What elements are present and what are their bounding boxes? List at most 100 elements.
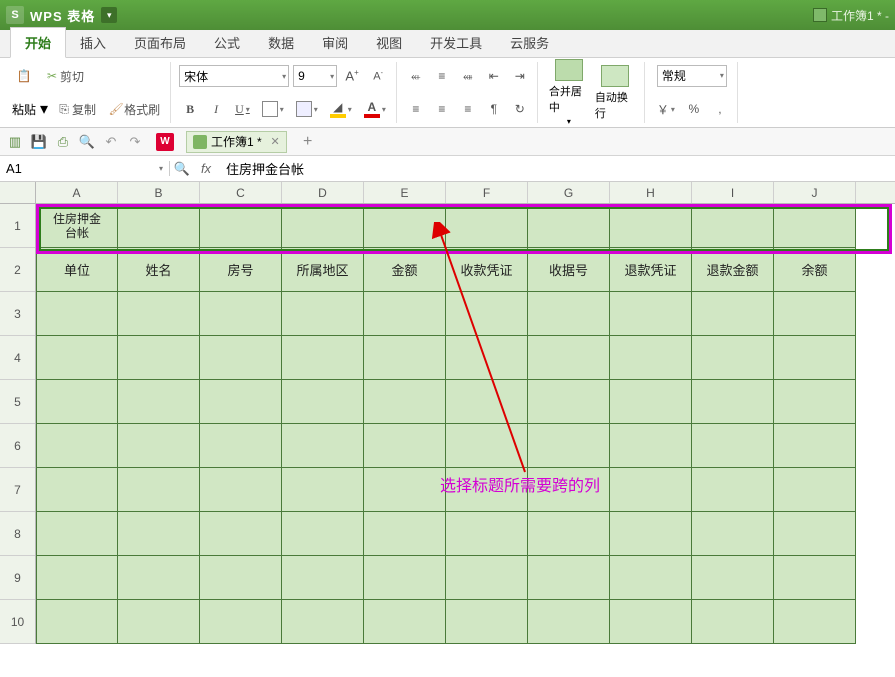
cell[interactable]: 金额 (364, 248, 446, 292)
comma-button[interactable]: , (709, 98, 731, 120)
tab-data[interactable]: 数据 (254, 28, 308, 57)
italic-button[interactable]: I (205, 98, 227, 120)
row-header[interactable]: 5 (0, 380, 35, 424)
cell[interactable] (692, 204, 774, 248)
col-header[interactable]: J (774, 182, 856, 203)
cell[interactable] (446, 380, 528, 424)
new-tab-button[interactable]: + (299, 133, 317, 151)
align-top-button[interactable]: ⬴ (405, 65, 427, 87)
orientation-button[interactable]: ↻ (509, 98, 531, 120)
cell[interactable] (446, 336, 528, 380)
cell[interactable]: 姓名 (118, 248, 200, 292)
increase-font-button[interactable]: A+ (341, 65, 363, 87)
col-header[interactable]: D (282, 182, 364, 203)
tab-dev-tools[interactable]: 开发工具 (416, 28, 496, 57)
cell[interactable] (200, 556, 282, 600)
cell[interactable]: 单位 (36, 248, 118, 292)
save-button[interactable]: 💾 (30, 133, 48, 151)
fill-color-button[interactable]: ◢▾ (326, 98, 356, 120)
wrap-text-button[interactable]: 自动换行 (592, 60, 638, 126)
cell[interactable] (364, 380, 446, 424)
cell[interactable] (200, 468, 282, 512)
cell[interactable]: 房号 (200, 248, 282, 292)
redo-button[interactable]: ↷ (126, 133, 144, 151)
percent-button[interactable]: % (683, 98, 705, 120)
cell[interactable] (610, 600, 692, 644)
col-header[interactable]: G (528, 182, 610, 203)
align-bottom-button[interactable]: ⬵ (457, 65, 479, 87)
cell[interactable] (692, 556, 774, 600)
app-menu-dropdown[interactable]: ▾ (101, 7, 117, 23)
cell[interactable] (282, 204, 364, 248)
cell[interactable] (528, 380, 610, 424)
cell[interactable] (774, 512, 856, 556)
cell[interactable] (610, 468, 692, 512)
tab-formula[interactable]: 公式 (200, 28, 254, 57)
cell[interactable] (36, 380, 118, 424)
cell[interactable] (610, 292, 692, 336)
cell[interactable] (200, 424, 282, 468)
cell[interactable] (282, 336, 364, 380)
cell[interactable] (364, 512, 446, 556)
wps-icon[interactable]: W (156, 133, 174, 151)
cell[interactable] (528, 292, 610, 336)
cancel-formula-button[interactable]: 🔍 (170, 161, 194, 177)
cell[interactable] (774, 380, 856, 424)
cell[interactable] (118, 512, 200, 556)
cell[interactable] (118, 204, 200, 248)
cell[interactable] (364, 468, 446, 512)
cell[interactable] (528, 204, 610, 248)
cell[interactable] (282, 380, 364, 424)
cell[interactable] (36, 512, 118, 556)
tab-view[interactable]: 视图 (362, 28, 416, 57)
formula-input[interactable]: 住房押金台帐 (218, 159, 895, 178)
bold-button[interactable]: B (179, 98, 201, 120)
row-header[interactable]: 7 (0, 468, 35, 512)
cell[interactable] (446, 468, 528, 512)
paste-button[interactable]: 📋 (12, 67, 36, 85)
cell[interactable] (774, 468, 856, 512)
cell[interactable]: 退款金额 (692, 248, 774, 292)
cell[interactable] (364, 424, 446, 468)
cell[interactable] (36, 468, 118, 512)
row-header[interactable]: 3 (0, 292, 35, 336)
cell[interactable] (774, 424, 856, 468)
preview-button[interactable]: 🔍 (78, 133, 96, 151)
cell[interactable] (200, 336, 282, 380)
cell[interactable] (364, 600, 446, 644)
fx-button[interactable]: fx (194, 161, 218, 176)
col-header[interactable]: H (610, 182, 692, 203)
cell[interactable] (118, 336, 200, 380)
border-button[interactable]: ▾ (258, 98, 288, 120)
cell[interactable] (118, 556, 200, 600)
cell[interactable] (774, 556, 856, 600)
row-header[interactable]: 8 (0, 512, 35, 556)
align-middle-button[interactable]: ≡ (431, 65, 453, 87)
cell[interactable] (528, 468, 610, 512)
cell[interactable] (446, 556, 528, 600)
cell[interactable] (692, 424, 774, 468)
cell[interactable] (36, 424, 118, 468)
cell[interactable] (118, 380, 200, 424)
font-name-select[interactable]: 宋体▾ (179, 65, 289, 87)
cell[interactable]: 收据号 (528, 248, 610, 292)
select-all-corner[interactable] (0, 182, 36, 204)
cell[interactable]: 收款凭证 (446, 248, 528, 292)
cell[interactable] (610, 380, 692, 424)
align-left-button[interactable]: ≡ (405, 98, 427, 120)
cell[interactable] (118, 292, 200, 336)
cell[interactable] (282, 600, 364, 644)
cell[interactable] (200, 380, 282, 424)
cell[interactable] (36, 556, 118, 600)
col-header[interactable]: A (36, 182, 118, 203)
cell[interactable] (446, 204, 528, 248)
col-header[interactable]: E (364, 182, 446, 203)
format-painter-button[interactable]: 🖌格式刷 (104, 98, 164, 120)
cell[interactable] (774, 292, 856, 336)
cell[interactable] (282, 292, 364, 336)
cell[interactable] (282, 468, 364, 512)
cell[interactable] (118, 468, 200, 512)
underline-button[interactable]: U▾ (231, 98, 254, 120)
font-color-button[interactable]: A▾ (360, 98, 390, 120)
cell[interactable] (446, 424, 528, 468)
